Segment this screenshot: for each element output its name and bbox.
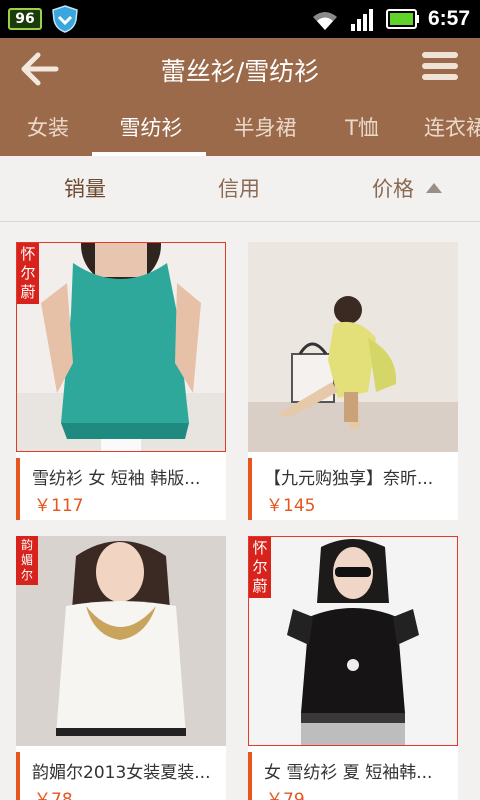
battery-icon: [386, 9, 419, 29]
product-card[interactable]: 【九元购独享】奈昕... ￥145: [248, 242, 458, 520]
menu-icon[interactable]: [422, 52, 458, 86]
product-name: 雪纺衫 女 短袖 韩版...: [32, 469, 201, 489]
tab-half-skirt[interactable]: 半身裙: [228, 100, 302, 156]
signal-strength-icon: [351, 9, 373, 31]
tab-t-shirt[interactable]: T恤: [340, 100, 384, 156]
status-bar: 96 6:57: [0, 0, 480, 38]
product-price: ￥79: [266, 790, 305, 800]
clock-time: 6:57: [428, 7, 471, 30]
sort-by-price[interactable]: 价格: [372, 156, 414, 222]
product-photo-teal-blouse: [17, 243, 225, 451]
menu-icon-bar: [422, 74, 458, 80]
shield-icon: [52, 5, 78, 33]
sort-bar: 销量 信用 价格: [0, 156, 480, 222]
product-photo-white-lace-top: [16, 536, 226, 746]
sort-by-sales[interactable]: 销量: [64, 156, 106, 222]
sort-ascending-icon[interactable]: [426, 183, 442, 193]
shop-tag: 怀尔蔚: [17, 243, 39, 304]
sort-by-credit[interactable]: 信用: [218, 156, 260, 222]
product-image[interactable]: [248, 242, 458, 452]
product-info[interactable]: 【九元购独享】奈昕... ￥145: [248, 458, 458, 520]
product-info[interactable]: 雪纺衫 女 短袖 韩版... ￥117: [16, 458, 226, 520]
battery-percent-badge: 96: [8, 8, 42, 30]
shop-tag: 韵媚尔: [16, 536, 38, 585]
product-price: ￥78: [34, 790, 73, 800]
product-card[interactable]: 怀尔蔚 雪纺衫 女 短袖 韩版... ￥117: [16, 242, 226, 520]
category-tabs: 女装 雪纺衫 半身裙 T恤 连衣裙: [0, 100, 480, 156]
product-image[interactable]: 怀尔蔚: [248, 536, 458, 746]
tab-dress[interactable]: 连衣裙: [424, 100, 480, 156]
wifi-icon: [313, 12, 337, 30]
product-image[interactable]: 怀尔蔚: [16, 242, 226, 452]
tab-chiffon-shirt[interactable]: 雪纺衫: [96, 100, 206, 156]
product-photo-black-ruffle-top: [249, 537, 457, 745]
product-price: ￥117: [34, 496, 84, 516]
menu-icon-bar: [422, 63, 458, 69]
shop-tag: 怀尔蔚: [249, 537, 271, 598]
product-name: 【九元购独享】奈昕...: [264, 469, 434, 489]
product-card[interactable]: 韵媚尔 韵媚尔2013女装夏装... ￥78: [16, 536, 226, 800]
page-title: 蕾丝衫/雪纺衫: [160, 57, 320, 86]
tab-women-clothing[interactable]: 女装: [22, 100, 74, 156]
product-info[interactable]: 韵媚尔2013女装夏装... ￥78: [16, 752, 226, 800]
product-price: ￥145: [266, 496, 316, 516]
product-photo-yellow-floral-top: [248, 242, 458, 452]
product-card[interactable]: 怀尔蔚 女 雪纺衫 夏 短袖韩... ￥79: [248, 536, 458, 800]
menu-icon-bar: [422, 52, 458, 58]
product-name: 女 雪纺衫 夏 短袖韩...: [264, 763, 433, 783]
product-image[interactable]: 韵媚尔: [16, 536, 226, 746]
product-name: 韵媚尔2013女装夏装...: [32, 763, 211, 783]
product-info[interactable]: 女 雪纺衫 夏 短袖韩... ￥79: [248, 752, 458, 800]
title-bar: 蕾丝衫/雪纺衫: [0, 38, 480, 100]
